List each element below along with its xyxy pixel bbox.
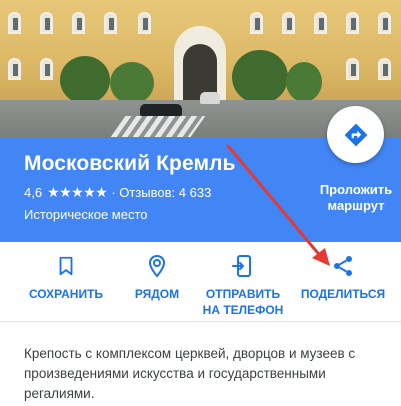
tree bbox=[110, 62, 154, 104]
directions-label-line1: Проложить bbox=[319, 182, 393, 197]
window bbox=[282, 12, 295, 34]
save-button[interactable]: СОХРАНИТЬ bbox=[20, 252, 112, 302]
nearby-button[interactable]: РЯДОМ bbox=[115, 252, 199, 302]
directions-button[interactable] bbox=[327, 106, 384, 163]
rating-value: 4,6 bbox=[24, 185, 43, 200]
window bbox=[8, 12, 21, 34]
share-icon bbox=[334, 256, 352, 276]
directions-label-line2: маршрут bbox=[327, 198, 385, 213]
share-button[interactable]: ПОДЕЛИТЬСЯ bbox=[293, 252, 393, 302]
nearby-icon bbox=[148, 254, 166, 278]
window bbox=[72, 12, 85, 34]
window bbox=[250, 12, 263, 34]
save-label: СОХРАНИТЬ bbox=[28, 287, 104, 301]
window bbox=[314, 12, 327, 34]
tree bbox=[232, 50, 288, 104]
window bbox=[378, 58, 391, 80]
window bbox=[346, 58, 359, 80]
send-to-phone-label-line1: ОТПРАВИТЬ bbox=[205, 287, 281, 301]
window bbox=[346, 12, 359, 34]
nearby-label: РЯДОМ bbox=[134, 287, 180, 301]
send-to-phone-button[interactable]: ОТПРАВИТЬ НА ТЕЛЕФОН bbox=[198, 252, 288, 318]
window bbox=[104, 12, 117, 34]
action-bar: СОХРАНИТЬ РЯДОМ ОТПРАВИТЬ НА ТЕЛЕФОН ПОД… bbox=[0, 242, 401, 322]
tree bbox=[286, 62, 322, 102]
reviews-link[interactable]: · Отзывов: 4 633 bbox=[111, 185, 211, 200]
place-title: Московский Кремль bbox=[24, 152, 236, 175]
star-icons: ★★★★★ bbox=[47, 184, 108, 200]
window bbox=[40, 58, 53, 80]
directions-label[interactable]: Проложить маршрут bbox=[316, 182, 396, 214]
crosswalk bbox=[110, 116, 206, 137]
bookmark-icon bbox=[59, 256, 73, 276]
place-description: Крепость с комплексом церквей, дворцов и… bbox=[24, 346, 356, 401]
share-label: ПОДЕЛИТЬСЯ bbox=[300, 287, 386, 301]
window bbox=[378, 12, 391, 34]
place-category[interactable]: Историческое место bbox=[24, 207, 148, 222]
tree bbox=[60, 56, 110, 104]
rating-row: 4,6 ★★★★★ · Отзывов: 4 633 bbox=[24, 184, 211, 201]
directions-icon bbox=[344, 123, 367, 146]
rating-stars: ★★★★★ bbox=[47, 184, 108, 201]
car bbox=[200, 92, 220, 104]
window bbox=[138, 12, 151, 34]
window bbox=[8, 58, 21, 80]
send-to-phone-label-line2: НА ТЕЛЕФОН bbox=[202, 303, 284, 317]
window bbox=[40, 12, 53, 34]
send-to-phone-icon bbox=[232, 255, 251, 277]
car bbox=[140, 104, 182, 116]
